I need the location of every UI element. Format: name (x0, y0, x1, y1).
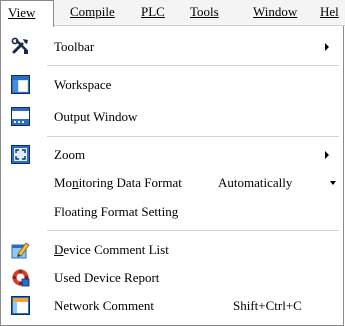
output-window-icon (11, 107, 30, 126)
monitoring-format-select[interactable]: Automatically (212, 172, 340, 193)
menu-item-label: Device Comment List (54, 238, 169, 262)
menu-item-label: Output Window (54, 109, 138, 124)
menu-item-label: Toolbar (54, 39, 95, 54)
menu-item-label: Used Device Report (54, 270, 160, 285)
menu-window[interactable]: Window (253, 0, 297, 25)
shortcut-hint: Shift+Ctrl+C (233, 298, 302, 313)
menu-item-toolbar[interactable]: Toolbar (1, 35, 343, 59)
label-part: Mo (54, 175, 73, 190)
view-menu-dropdown: Toolbar Workspace Output Window Zoom Mon… (0, 26, 344, 326)
separator (47, 65, 339, 66)
menu-view[interactable]: View (0, 0, 54, 27)
menu-item-floating-format-setting[interactable]: Floating Format Setting (1, 200, 343, 224)
workspace-icon (11, 75, 30, 94)
menu-item-zoom[interactable]: Zoom (1, 143, 343, 167)
menu-item-label: Workspace (54, 77, 112, 92)
zoom-icon (11, 145, 30, 164)
menu-tools[interactable]: Tools (190, 0, 219, 25)
menu-item-output-window[interactable]: Output Window (1, 105, 343, 129)
separator (47, 136, 339, 137)
menu-help[interactable]: Hel (320, 0, 339, 25)
used-device-report-icon (12, 269, 30, 287)
separator (47, 230, 339, 231)
menu-item-label: Network Comment (54, 298, 155, 313)
menu-plc[interactable]: PLC (141, 0, 165, 25)
menu-item-label: Monitoring Data Format (54, 171, 182, 195)
menu-bar: View Compile PLC Tools Window Hel (0, 0, 345, 27)
submenu-arrow-icon (325, 151, 329, 159)
menu-compile[interactable]: Compile (70, 0, 115, 25)
device-comment-icon (11, 242, 30, 259)
menu-item-used-device-report[interactable]: Used Device Report (1, 266, 343, 290)
label-part: itoring Data Format (78, 175, 182, 190)
menu-item-label: Floating Format Setting (54, 204, 179, 219)
tools-icon (11, 37, 28, 54)
menu-item-device-comment-list[interactable]: Device Comment List (1, 238, 343, 262)
menu-item-workspace[interactable]: Workspace (1, 73, 343, 97)
menu-item-network-comment[interactable]: Network Comment Shift+Ctrl+C (1, 294, 343, 318)
label-accelerator: D (54, 242, 64, 257)
menu-item-label: Zoom (54, 147, 86, 162)
network-comment-icon (11, 296, 30, 315)
menu-item-monitoring-data-format[interactable]: Monitoring Data Format Automatically (1, 171, 343, 195)
submenu-arrow-icon (325, 43, 329, 51)
chevron-down-icon[interactable] (330, 181, 336, 185)
label-part: evice Comment List (63, 242, 169, 257)
monitoring-format-value: Automatically (218, 175, 293, 190)
